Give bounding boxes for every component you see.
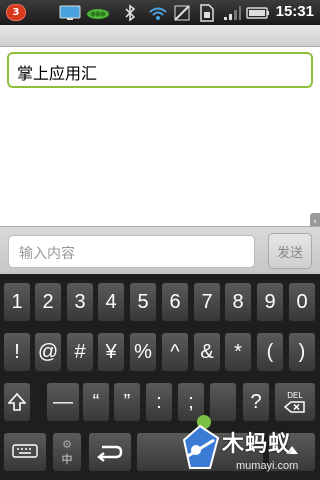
key-4[interactable]: 4 [97,282,125,322]
wifi-icon [148,3,168,22]
key-right-quote[interactable]: ” [113,382,141,422]
key-yen[interactable]: ¥ [97,332,125,372]
key-1[interactable]: 1 [3,282,31,322]
bluetooth-icon [122,3,138,22]
key-asterisk[interactable]: * [224,332,252,372]
notification-badge[interactable]: 3 [6,4,26,21]
key-caret[interactable]: ^ [161,332,189,372]
signal-edit-icon [172,3,192,22]
key-8[interactable]: 8 [224,282,252,322]
sim-icon [198,3,216,22]
key-em-dash[interactable]: — [46,382,80,422]
key-left-paren[interactable]: ( [256,332,284,372]
key-9[interactable]: 9 [256,282,284,322]
message-input[interactable]: 输入内容 [8,235,255,268]
message-composer: 输入内容 发送 [0,226,320,274]
key-at[interactable]: @ [34,332,62,372]
pea-app-icon [86,3,110,22]
key-hash[interactable]: # [66,332,94,372]
battery-icon [246,3,270,22]
input-mode-key[interactable]: ⚙ 中 [52,432,82,472]
watermark-url: mumayi.com [236,460,299,472]
shift-key[interactable] [3,382,31,422]
return-arrow-icon [97,445,123,462]
enter-key[interactable] [88,432,132,472]
status-time: 15:31 [275,3,314,20]
delete-label: DEL [287,390,303,400]
key-2[interactable]: 2 [34,282,62,322]
key-6[interactable]: 6 [161,282,189,322]
key-left-quote[interactable]: “ [82,382,110,422]
mode-label: 中 [61,453,73,466]
watermark-text: 木蚂蚁 [222,432,292,457]
key-percent[interactable]: % [129,332,157,372]
key-exclamation[interactable]: ! [3,332,31,372]
key-3[interactable]: 3 [66,282,94,322]
title-input[interactable]: 掌上应用汇 [7,52,313,88]
key-7[interactable]: 7 [193,282,221,322]
cell-signal-icon [222,3,242,22]
send-button[interactable]: 发送 [268,233,312,269]
key-0[interactable]: 0 [288,282,316,322]
keyboard-icon [12,444,38,458]
keyboard-switch-key[interactable] [3,432,47,472]
monitor-icon [58,3,82,22]
shift-arrow-icon [8,392,26,411]
title-bar [0,25,320,47]
key-5[interactable]: 5 [129,282,157,322]
settings-gear-icon: ⚙ [62,438,72,451]
key-right-paren[interactable]: ) [288,332,316,372]
key-ampersand[interactable]: & [193,332,221,372]
status-bar: 3 15:31 [0,0,320,25]
